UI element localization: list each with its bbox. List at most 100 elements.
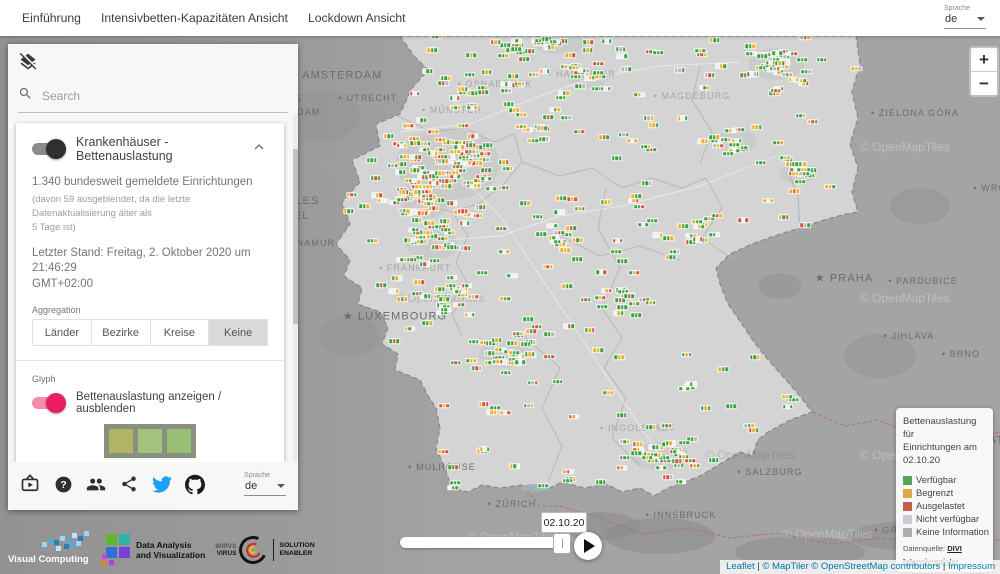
hospital-marker[interactable] <box>387 163 399 169</box>
hospital-marker[interactable] <box>711 213 723 219</box>
hospital-marker[interactable] <box>520 341 532 347</box>
osm-link[interactable]: © OpenStreetMap contributors <box>811 561 940 572</box>
hospital-marker[interactable] <box>481 176 493 182</box>
hospital-marker[interactable] <box>595 295 607 301</box>
hospital-marker[interactable] <box>437 81 449 87</box>
hospital-marker[interactable] <box>561 283 573 289</box>
hospital-marker[interactable] <box>422 68 434 74</box>
hospital-marker[interactable] <box>582 40 594 46</box>
hospital-marker[interactable] <box>537 483 549 489</box>
hospital-marker[interactable] <box>594 74 606 80</box>
hospital-marker[interactable] <box>467 105 479 111</box>
hospital-marker[interactable] <box>437 159 449 165</box>
hospital-marker[interactable] <box>427 151 439 157</box>
hospital-marker[interactable] <box>641 180 653 186</box>
hospital-marker[interactable] <box>655 465 667 471</box>
hospital-marker[interactable] <box>343 208 355 214</box>
hospital-marker[interactable] <box>677 115 689 121</box>
hospital-marker[interactable] <box>366 238 378 244</box>
hospital-marker[interactable] <box>388 338 400 344</box>
timeline-slider-handle[interactable] <box>553 533 571 554</box>
hospital-marker[interactable] <box>786 51 798 57</box>
hospital-marker[interactable] <box>431 245 443 251</box>
hospital-marker[interactable] <box>448 170 460 176</box>
hospital-marker[interactable] <box>457 87 469 93</box>
hospital-marker[interactable] <box>421 189 433 195</box>
hospital-marker[interactable] <box>524 351 536 357</box>
hospital-marker[interactable] <box>552 379 564 385</box>
hospital-marker[interactable] <box>592 61 604 67</box>
hospital-marker[interactable] <box>399 154 411 160</box>
hospital-marker[interactable] <box>542 264 554 270</box>
scrollbar-thumb[interactable] <box>293 149 298 324</box>
hospital-marker[interactable] <box>610 249 622 255</box>
hospital-marker[interactable] <box>454 289 466 295</box>
hospital-marker[interactable] <box>420 294 432 300</box>
hospital-marker[interactable] <box>782 404 794 410</box>
hospital-marker[interactable] <box>708 457 720 463</box>
hospital-marker[interactable] <box>519 201 531 207</box>
hospital-marker[interactable] <box>773 140 785 146</box>
hospital-marker[interactable] <box>572 238 584 244</box>
hospital-marker[interactable] <box>416 239 428 245</box>
hospital-marker[interactable] <box>568 414 580 420</box>
nav-tab-2[interactable]: Intensivbetten-Kapazitäten Ansicht <box>91 0 298 36</box>
hospital-marker[interactable] <box>477 270 489 276</box>
hospital-marker[interactable] <box>457 208 469 214</box>
hospital-marker[interactable] <box>449 96 461 102</box>
hospital-marker[interactable] <box>414 279 426 285</box>
hospital-marker[interactable] <box>795 179 807 185</box>
hospital-marker[interactable] <box>440 307 452 313</box>
hospital-marker[interactable] <box>596 304 608 310</box>
hospital-marker[interactable] <box>633 204 645 210</box>
hospital-marker[interactable] <box>463 180 475 186</box>
hospital-marker[interactable] <box>565 52 577 58</box>
hospital-marker[interactable] <box>411 218 423 224</box>
hospital-marker[interactable] <box>691 219 703 225</box>
hospital-marker[interactable] <box>490 40 502 46</box>
hospital-marker[interactable] <box>745 43 757 49</box>
hospital-marker[interactable] <box>751 124 763 130</box>
hospital-marker[interactable] <box>708 134 720 140</box>
hospital-marker[interactable] <box>648 123 660 129</box>
hospital-marker[interactable] <box>743 423 755 429</box>
hospital-marker[interactable] <box>532 214 544 220</box>
chevron-up-icon[interactable] <box>250 138 268 161</box>
hospital-marker[interactable] <box>370 175 382 181</box>
hospital-marker[interactable] <box>498 53 510 59</box>
language-select-sidebar[interactable]: Sprache de <box>244 472 286 496</box>
hospital-marker[interactable] <box>464 312 476 318</box>
hospital-marker[interactable] <box>799 222 811 228</box>
hospital-marker[interactable] <box>641 455 653 461</box>
hospital-marker[interactable] <box>479 446 491 452</box>
hospital-marker[interactable] <box>693 224 705 230</box>
hospital-marker[interactable] <box>788 77 800 83</box>
hospital-marker[interactable] <box>662 235 674 241</box>
hospital-marker[interactable] <box>708 232 720 238</box>
hospital-marker[interactable] <box>567 197 579 203</box>
hospital-marker[interactable] <box>409 91 421 97</box>
hospital-marker[interactable] <box>479 151 491 157</box>
hospital-marker[interactable] <box>555 95 567 101</box>
hospital-marker[interactable] <box>459 220 471 226</box>
hospital-marker[interactable] <box>403 238 415 244</box>
hospital-marker[interactable] <box>789 189 801 195</box>
hospital-marker[interactable] <box>685 381 697 387</box>
hospital-marker[interactable] <box>638 222 650 228</box>
hospital-marker[interactable] <box>539 68 551 74</box>
hospital-marker[interactable] <box>573 129 585 135</box>
hospital-marker[interactable] <box>628 270 640 276</box>
hospital-marker[interactable] <box>627 138 639 144</box>
nav-tab-3[interactable]: Lockdown Ansicht <box>298 0 416 36</box>
hospital-marker[interactable] <box>417 210 429 216</box>
aggregation-keine[interactable]: Keine <box>208 319 268 346</box>
hospital-marker[interactable] <box>480 168 492 174</box>
hospital-marker[interactable] <box>746 51 758 57</box>
hospital-marker[interactable] <box>553 209 565 215</box>
data-analysis-visualization-logo[interactable]: Data Analysis and Visualization <box>102 534 205 566</box>
hospital-marker[interactable] <box>692 236 704 242</box>
layers-off-icon[interactable] <box>18 52 38 72</box>
hospital-marker[interactable] <box>566 225 578 231</box>
hospital-marker[interactable] <box>411 155 423 161</box>
hospital-marker[interactable] <box>697 138 709 144</box>
